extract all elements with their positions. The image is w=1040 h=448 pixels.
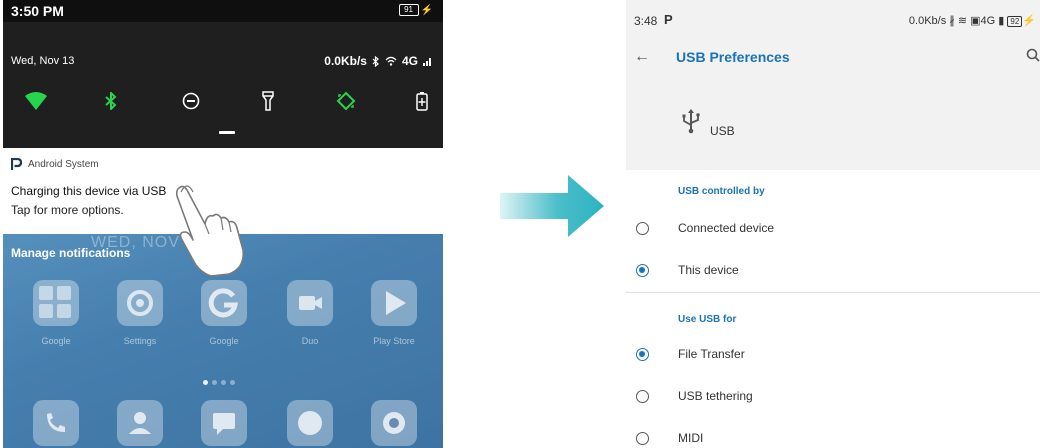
transition-arrow-icon — [500, 175, 604, 237]
option-connected-device[interactable]: Connected device — [626, 212, 1040, 246]
section-header-controlled: USB controlled by — [678, 186, 765, 197]
network-type: 4G — [980, 15, 996, 27]
option-label: USB tethering — [678, 389, 753, 403]
option-midi[interactable]: MIDI — [626, 422, 1040, 448]
status-bar: 3:50 PM 91 ⚡ — [3, 0, 443, 22]
quick-settings-row — [3, 88, 443, 114]
google-folder-icon[interactable] — [33, 280, 79, 326]
app-label: Google — [209, 336, 239, 346]
status-app-icon: P — [664, 12, 673, 27]
app-label: Settings — [123, 336, 157, 346]
option-label: File Transfer — [678, 347, 745, 361]
tap-gesture-hand-icon — [175, 185, 245, 277]
settings-app-icon[interactable] — [117, 280, 163, 326]
bluetooth-icon[interactable] — [98, 88, 124, 114]
battery-level: 91 — [398, 4, 419, 16]
status-bar: 3:48 P 0.0Kb/s ∦ ≋ ▣4G ▮ 92 ⚡ — [626, 0, 1040, 38]
notification-title: Charging this device via USB — [11, 184, 167, 198]
radio-file-transfer[interactable] — [636, 348, 649, 361]
radio-midi[interactable] — [636, 432, 649, 445]
radio-usb-tethering[interactable] — [636, 390, 649, 403]
network-speed: 0.0Kb/s — [908, 15, 947, 27]
app-bar: ← USB Preferences — [626, 38, 1040, 78]
left-phone-screen: 3:50 PM 91 ⚡ Wed, Nov 13 0.0Kb/s 4G Andr… — [3, 0, 443, 448]
notification-app-row: Android System — [11, 158, 99, 170]
google-app-icon[interactable] — [201, 280, 247, 326]
battery-level: 92 — [1007, 16, 1023, 27]
charging-icon: ⚡ — [1022, 15, 1036, 27]
battery-saver-icon[interactable] — [409, 88, 435, 114]
option-this-device[interactable]: This device — [626, 254, 1040, 288]
signal-icon — [423, 58, 431, 66]
notification-subtitle: Tap for more options. — [11, 203, 124, 217]
usb-icon — [682, 109, 700, 134]
wifi-icon[interactable] — [23, 88, 49, 114]
usb-label: USB — [710, 124, 735, 138]
app-label: Google — [41, 336, 71, 346]
usb-header: USB — [626, 78, 1040, 170]
do-not-disturb-icon[interactable] — [178, 88, 204, 114]
wifi-status-icon — [385, 56, 397, 66]
notification-app-name: Android System — [28, 158, 99, 170]
app-label: Play Store — [373, 336, 415, 346]
messages-app-icon[interactable] — [201, 400, 247, 446]
manage-notifications-link[interactable]: Manage notifications — [11, 246, 130, 260]
shade-drag-handle[interactable] — [219, 131, 235, 134]
browser-app-icon[interactable] — [287, 400, 333, 446]
bluetooth-status-icon — [372, 55, 379, 67]
charging-icon: ⚡ — [420, 4, 433, 16]
section-header-use: Use USB for — [678, 314, 737, 325]
flashlight-icon[interactable] — [255, 88, 281, 114]
duo-app-icon[interactable] — [287, 280, 333, 326]
option-label: Connected device — [678, 221, 775, 235]
app-label: Duo — [301, 336, 319, 346]
option-file-transfer[interactable]: File Transfer — [626, 338, 1040, 372]
tap-ripple-icon — [180, 185, 194, 193]
notification-shade: 3:50 PM 91 ⚡ Wed, Nov 13 0.0Kb/s 4G — [3, 0, 443, 148]
android-system-icon — [11, 158, 22, 170]
auto-rotate-icon[interactable] — [333, 88, 359, 114]
divider — [626, 292, 1040, 293]
option-label: This device — [678, 263, 739, 277]
status-time: 3:48 — [634, 14, 658, 28]
shade-date: Wed, Nov 13 — [11, 55, 75, 67]
shade-status: 0.0Kb/s 4G — [324, 54, 433, 68]
radio-this-device[interactable] — [636, 264, 649, 277]
contacts-app-icon[interactable] — [117, 400, 163, 446]
option-usb-tethering[interactable]: USB tethering — [626, 380, 1040, 414]
network-type: 4G — [401, 54, 418, 68]
status-time: 3:50 PM — [11, 3, 64, 19]
battery-indicator: 91 ⚡ — [398, 4, 433, 16]
signal-icon: ▮ — [995, 15, 1008, 27]
search-icon[interactable] — [1026, 48, 1040, 62]
radio-connected-device[interactable] — [636, 222, 649, 235]
play-store-icon[interactable] — [371, 280, 417, 326]
network-speed: 0.0Kb/s — [324, 54, 367, 68]
page-title: USB Preferences — [676, 49, 790, 65]
right-phone-screen: 3:48 P 0.0Kb/s ∦ ≋ ▣4G ▮ 92 ⚡ ← USB Prefe… — [626, 0, 1040, 448]
usb-preferences-list: USB controlled by Connected device This … — [626, 170, 1040, 448]
bluetooth-status-icon: ∦ ≋ ▣ — [949, 15, 981, 27]
camera-app-icon[interactable] — [371, 400, 417, 446]
option-label: MIDI — [678, 431, 704, 445]
back-arrow-icon[interactable]: ← — [634, 48, 650, 66]
status-icons: 0.0Kb/s ∦ ≋ ▣4G ▮ 92 ⚡ — [909, 14, 1036, 27]
phone-app-icon[interactable] — [33, 400, 79, 446]
page-indicator — [203, 380, 235, 385]
